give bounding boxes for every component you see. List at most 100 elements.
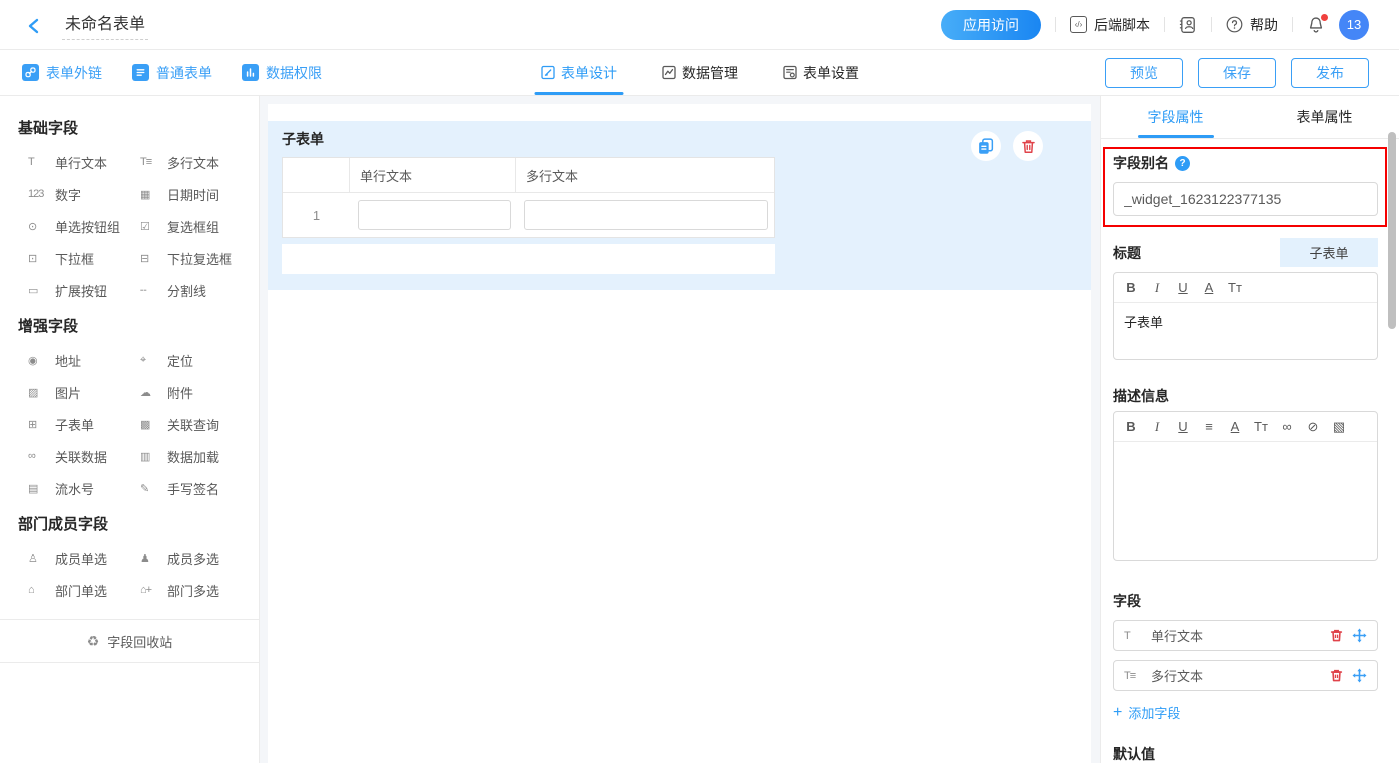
format-button[interactable]: Tт [1222, 280, 1248, 295]
field-type-item[interactable]: 123 数字 [28, 178, 140, 210]
format-button[interactable]: I [1144, 280, 1170, 296]
field-type-label: 成员多选 [167, 549, 219, 568]
subform-row-index: 1 [283, 208, 350, 223]
tab-form-settings-label: 表单设置 [803, 63, 859, 83]
subform-footer-strip [282, 244, 775, 274]
subform-widget-selected[interactable]: 子表单 单行文本 多行文本 [268, 121, 1091, 290]
subform-multi-line-input[interactable] [524, 200, 768, 230]
format-button[interactable]: B [1118, 419, 1144, 434]
field-type-item[interactable]: ⊙ 单选按钮组 [28, 210, 140, 242]
field-type-item[interactable]: ⌂ 部门单选 [28, 574, 140, 606]
format-button[interactable]: A [1222, 419, 1248, 434]
field-type-item[interactable]: ╌ 分割线 [140, 274, 248, 306]
format-button[interactable]: U [1170, 419, 1196, 434]
format-button[interactable]: Tт [1248, 419, 1274, 434]
field-type-item[interactable]: ▩ 关联查询 [140, 408, 248, 440]
field-type-icon: T≡ [1124, 670, 1143, 682]
field-type-label: 数字 [55, 185, 81, 204]
field-type-icon: T≡ [140, 156, 159, 168]
title-label: 标题 [1113, 243, 1141, 263]
document-icon [132, 64, 149, 81]
help-button[interactable]: 帮助 [1226, 15, 1278, 35]
field-type-label: 定位 [167, 351, 193, 370]
alias-help-icon[interactable]: ? [1175, 156, 1190, 171]
format-button[interactable]: U [1170, 280, 1196, 295]
form-canvas-area: 子表单 单行文本 多行文本 [260, 96, 1100, 763]
format-button[interactable]: ⊘ [1300, 419, 1326, 435]
contacts-button[interactable] [1179, 16, 1197, 34]
move-icon [1352, 628, 1367, 643]
move-field-handle[interactable] [1352, 668, 1367, 683]
field-type-icon: ◉ [28, 354, 47, 367]
format-button[interactable]: ∞ [1274, 419, 1300, 434]
save-button[interactable]: 保存 [1198, 58, 1276, 88]
field-type-icon: ╌ [140, 284, 159, 297]
notifications-button[interactable] [1307, 16, 1325, 34]
tab-form-settings[interactable]: 表单设置 [782, 50, 859, 95]
subform-col-header-index [283, 158, 350, 192]
data-permission-label: 数据权限 [266, 63, 322, 83]
copy-widget-button[interactable] [971, 131, 1001, 161]
delete-field-button[interactable] [1329, 668, 1344, 683]
field-type-item[interactable]: ⊡ 下拉框 [28, 242, 140, 274]
user-avatar[interactable]: 13 [1339, 10, 1369, 40]
backend-script-button[interactable]: ‹/› 后端脚本 [1070, 15, 1150, 35]
field-type-label: 手写签名 [167, 479, 219, 498]
format-button[interactable]: I [1144, 419, 1170, 435]
divider [1211, 17, 1212, 32]
field-recycle-bin-button[interactable]: ♻ 字段回收站 [0, 619, 259, 663]
field-type-item[interactable]: ◉ 地址 [28, 344, 140, 376]
form-external-link-button[interactable]: 表单外链 [22, 63, 102, 83]
field-type-icon: ☁ [140, 386, 159, 399]
field-type-item[interactable]: ☁ 附件 [140, 376, 248, 408]
field-type-item[interactable]: T≡ 多行文本 [140, 146, 248, 178]
field-type-item[interactable]: ∞ 关联数据 [28, 440, 140, 472]
delete-widget-button[interactable] [1013, 131, 1043, 161]
subform-field-row[interactable]: T≡ 多行文本 [1113, 660, 1378, 691]
move-field-handle[interactable] [1352, 628, 1367, 643]
normal-form-button[interactable]: 普通表单 [132, 63, 212, 83]
format-button[interactable]: ▧ [1326, 419, 1352, 435]
subform-single-line-input[interactable] [358, 200, 511, 230]
delete-field-button[interactable] [1329, 628, 1344, 643]
subform-field-row[interactable]: T 单行文本 [1113, 620, 1378, 651]
field-type-item[interactable]: ⌂+ 部门多选 [140, 574, 248, 606]
tab-form-properties[interactable]: 表单属性 [1250, 96, 1399, 138]
field-type-item[interactable]: ⊟ 下拉复选框 [140, 242, 248, 274]
form-sheet[interactable]: 子表单 单行文本 多行文本 [268, 104, 1091, 763]
field-type-item[interactable]: ♙ 成员单选 [28, 542, 140, 574]
format-button[interactable]: ≡ [1196, 419, 1222, 434]
field-type-item[interactable]: ▤ 流水号 [28, 472, 140, 504]
title-editor-content[interactable]: 子表单 [1114, 303, 1377, 359]
copy-icon [977, 137, 995, 155]
field-type-item[interactable]: ▭ 扩展按钮 [28, 274, 140, 306]
field-type-item[interactable]: ▨ 图片 [28, 376, 140, 408]
default-value-label: 默认值 [1113, 744, 1378, 762]
field-type-item[interactable]: ▥ 数据加载 [140, 440, 248, 472]
tab-form-design[interactable]: 表单设计 [540, 50, 617, 95]
back-button[interactable] [26, 17, 42, 35]
app-access-button[interactable]: 应用访问 [941, 10, 1041, 40]
move-icon [1352, 668, 1367, 683]
format-button[interactable]: B [1118, 280, 1144, 295]
publish-button[interactable]: 发布 [1291, 58, 1369, 88]
preview-button[interactable]: 预览 [1105, 58, 1183, 88]
tab-data-management[interactable]: 数据管理 [661, 50, 738, 95]
field-type-item[interactable]: ⊞ 子表单 [28, 408, 140, 440]
field-type-item[interactable]: ⌖ 定位 [140, 344, 248, 376]
field-type-item[interactable]: ✎ 手写签名 [140, 472, 248, 504]
description-editor-content[interactable] [1114, 442, 1377, 560]
field-type-item[interactable]: T 单行文本 [28, 146, 140, 178]
tab-field-properties[interactable]: 字段属性 [1101, 96, 1250, 138]
field-type-label: 地址 [55, 351, 81, 370]
field-type-item[interactable]: ☑ 复选框组 [140, 210, 248, 242]
panel-scrollbar[interactable] [1388, 132, 1396, 329]
data-permission-button[interactable]: 数据权限 [242, 63, 322, 83]
field-type-item[interactable]: ♟ 成员多选 [140, 542, 248, 574]
field-alias-input[interactable] [1113, 182, 1378, 216]
plus-icon: + [1113, 705, 1122, 721]
form-title[interactable]: 未命名表单 [62, 10, 148, 40]
field-type-item[interactable]: ▦ 日期时间 [140, 178, 248, 210]
format-button[interactable]: A [1196, 280, 1222, 295]
add-field-button[interactable]: + 添加字段 [1113, 703, 1378, 722]
